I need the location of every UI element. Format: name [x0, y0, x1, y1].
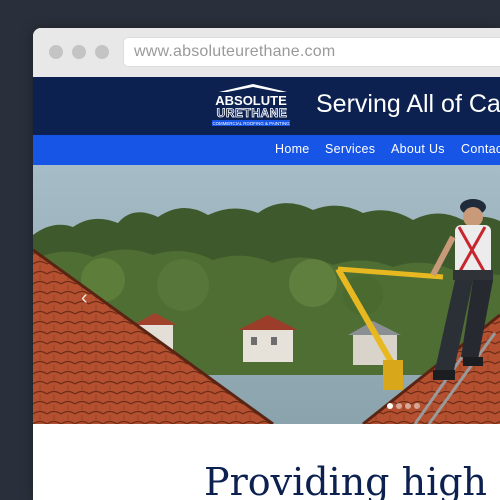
hero-slider[interactable]: ‹	[33, 165, 500, 424]
chevron-left-icon[interactable]: ‹	[81, 287, 88, 310]
slide-dot-2[interactable]	[396, 403, 402, 409]
url-text: www.absoluteurethane.com	[134, 43, 336, 60]
browser-window: www.absoluteurethane.com ABSOLUTE URETHA…	[33, 28, 500, 500]
window-minimize-button[interactable]	[72, 45, 86, 59]
slider-indicators	[387, 396, 423, 414]
nav-item-home[interactable]: Home	[275, 142, 310, 156]
slide-dot-4[interactable]	[414, 403, 420, 409]
nav-item-about-us[interactable]: About Us	[391, 142, 445, 156]
site-logo[interactable]: ABSOLUTE URETHANE COMMERCIAL ROOFING & P…	[209, 83, 293, 129]
header-tagline: Serving All of Ca	[316, 90, 500, 118]
logo-line3: COMMERCIAL ROOFING & PAINTING	[212, 121, 290, 126]
address-bar[interactable]: www.absoluteurethane.com	[123, 37, 500, 67]
window-maximize-button[interactable]	[95, 45, 109, 59]
nav-item-services[interactable]: Services	[325, 142, 375, 156]
browser-toolbar: www.absoluteurethane.com	[33, 28, 500, 78]
main-nav: Home Services About Us Contac	[33, 135, 500, 165]
window-close-button[interactable]	[49, 45, 63, 59]
slide-dot-1[interactable]	[387, 403, 393, 409]
slide-dot-3[interactable]	[405, 403, 411, 409]
logo-line2: URETHANE	[217, 106, 288, 120]
main-content: Providing high qu	[33, 424, 500, 500]
hero-image	[33, 165, 500, 424]
page-headline: Providing high qu	[204, 460, 500, 500]
nav-item-contact[interactable]: Contac	[461, 142, 500, 156]
site-header: ABSOLUTE URETHANE COMMERCIAL ROOFING & P…	[33, 77, 500, 135]
